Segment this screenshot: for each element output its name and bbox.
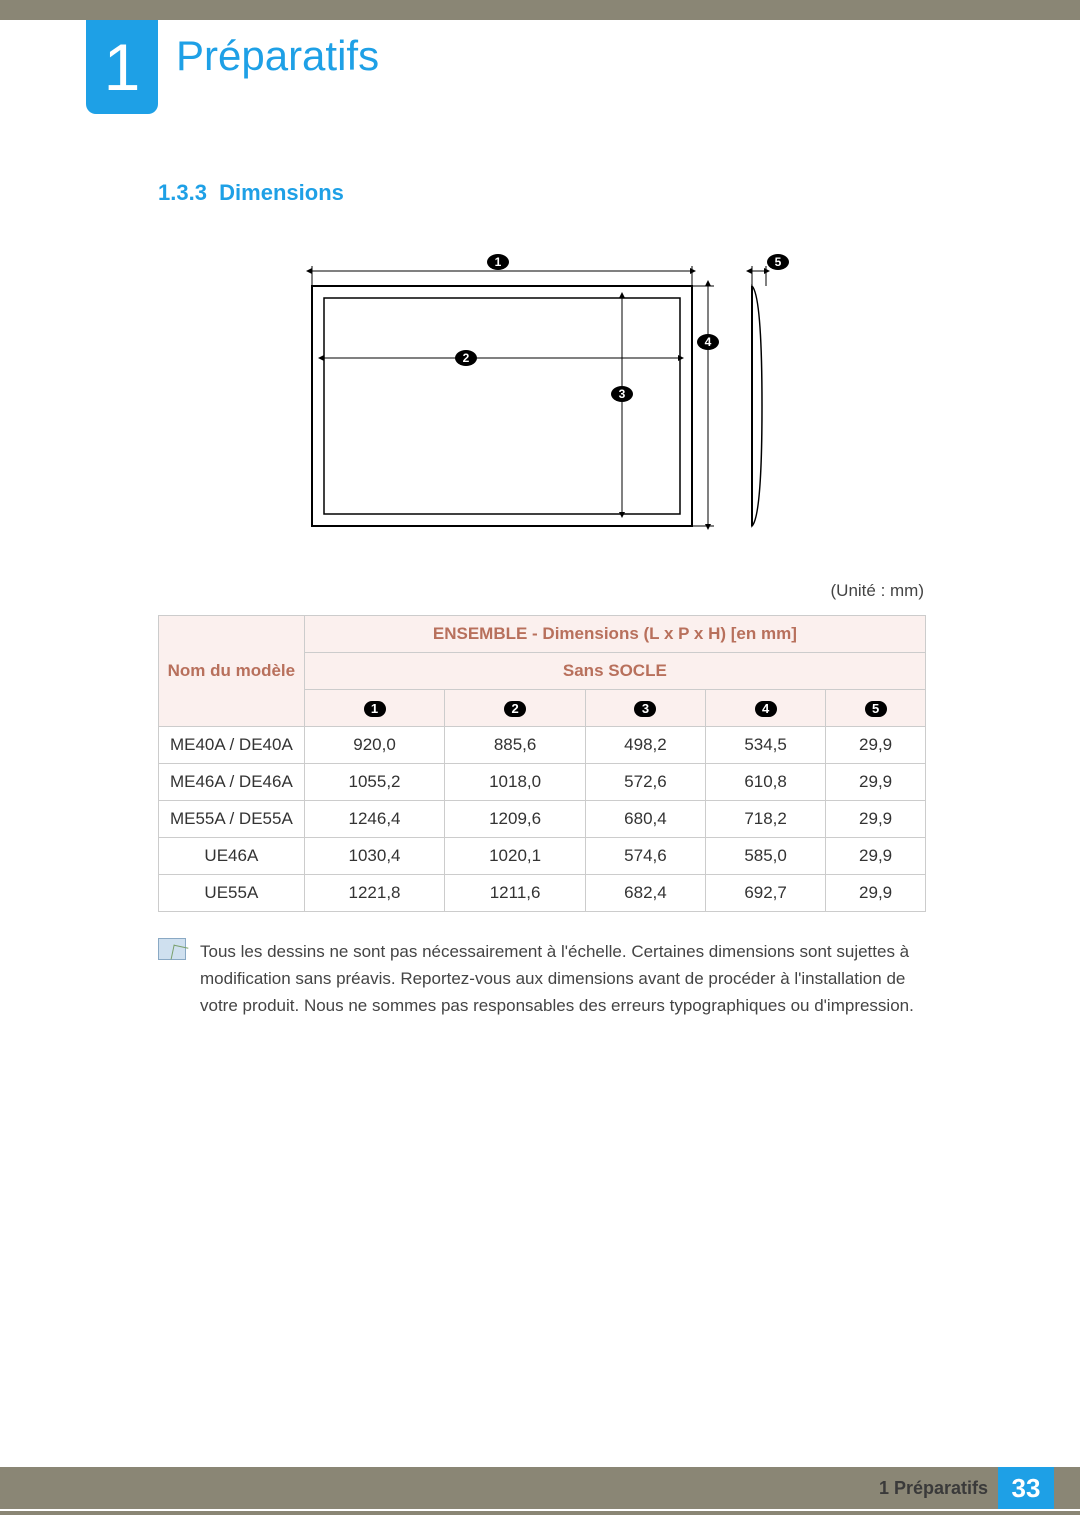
cell: 920,0: [304, 727, 445, 764]
col-header-main: ENSEMBLE - Dimensions (L x P x H) [en mm…: [304, 616, 925, 653]
col-header-1: 1: [304, 690, 445, 727]
num-badge-1: 1: [364, 701, 386, 717]
col-header-sub: Sans SOCLE: [304, 653, 925, 690]
svg-text:2: 2: [463, 351, 470, 365]
col-header-4: 4: [706, 690, 826, 727]
cell: 1020,1: [445, 838, 586, 875]
col-header-3: 3: [585, 690, 705, 727]
cell: 1221,8: [304, 875, 445, 912]
table-row: UE55A 1221,8 1211,6 682,4 692,7 29,9: [159, 875, 926, 912]
cell: 680,4: [585, 801, 705, 838]
cell: 29,9: [826, 727, 926, 764]
page-number: 33: [998, 1467, 1054, 1509]
dimensions-table: Nom du modèle ENSEMBLE - Dimensions (L x…: [158, 615, 926, 912]
cell: 498,2: [585, 727, 705, 764]
cell: 29,9: [826, 838, 926, 875]
num-badge-2: 2: [504, 701, 526, 717]
cell-model: UE46A: [159, 838, 305, 875]
cell: 574,6: [585, 838, 705, 875]
svg-text:4: 4: [705, 335, 712, 349]
note-icon: [158, 938, 186, 960]
cell-model: ME55A / DE55A: [159, 801, 305, 838]
unit-label: (Unité : mm): [158, 581, 924, 601]
section-heading: 1.3.3 Dimensions: [158, 180, 926, 206]
cell-model: UE55A: [159, 875, 305, 912]
table-row: ME55A / DE55A 1246,4 1209,6 680,4 718,2 …: [159, 801, 926, 838]
cell: 1030,4: [304, 838, 445, 875]
col-header-2: 2: [445, 690, 586, 727]
cell-model: ME40A / DE40A: [159, 727, 305, 764]
table-row: UE46A 1030,4 1020,1 574,6 585,0 29,9: [159, 838, 926, 875]
cell: 1209,6: [445, 801, 586, 838]
cell: 885,6: [445, 727, 586, 764]
col-header-model: Nom du modèle: [159, 616, 305, 727]
note-block: Tous les dessins ne sont pas nécessairem…: [158, 938, 926, 1020]
cell: 29,9: [826, 875, 926, 912]
num-badge-3: 3: [634, 701, 656, 717]
cell: 1055,2: [304, 764, 445, 801]
dimensions-diagram: 1 2 3 4 5: [158, 246, 926, 551]
svg-text:1: 1: [495, 255, 502, 269]
cell: 692,7: [706, 875, 826, 912]
table-row: ME40A / DE40A 920,0 885,6 498,2 534,5 29…: [159, 727, 926, 764]
section-title: Dimensions: [219, 180, 344, 205]
cell: 1246,4: [304, 801, 445, 838]
footer-bar: 1 Préparatifs 33: [0, 1467, 1080, 1509]
cell: 610,8: [706, 764, 826, 801]
num-badge-4: 4: [755, 701, 777, 717]
footer-stripe: [0, 1511, 1080, 1515]
cell: 1211,6: [445, 875, 586, 912]
cell: 585,0: [706, 838, 826, 875]
chapter-number-badge: 1: [86, 20, 158, 114]
cell: 29,9: [826, 801, 926, 838]
page-content: 1.3.3 Dimensions 1 2 3 4: [158, 180, 926, 1020]
footer-running-title: 1 Préparatifs: [879, 1478, 988, 1499]
cell-model: ME46A / DE46A: [159, 764, 305, 801]
cell: 718,2: [706, 801, 826, 838]
col-header-5: 5: [826, 690, 926, 727]
note-text: Tous les dessins ne sont pas nécessairem…: [200, 938, 926, 1020]
cell: 682,4: [585, 875, 705, 912]
cell: 1018,0: [445, 764, 586, 801]
num-badge-5: 5: [865, 701, 887, 717]
cell: 572,6: [585, 764, 705, 801]
svg-text:5: 5: [775, 255, 782, 269]
svg-text:3: 3: [619, 387, 626, 401]
cell: 534,5: [706, 727, 826, 764]
header-stripe: [0, 0, 1080, 20]
cell: 29,9: [826, 764, 926, 801]
chapter-title: Préparatifs: [176, 32, 379, 80]
table-row: ME46A / DE46A 1055,2 1018,0 572,6 610,8 …: [159, 764, 926, 801]
section-number: 1.3.3: [158, 180, 207, 205]
